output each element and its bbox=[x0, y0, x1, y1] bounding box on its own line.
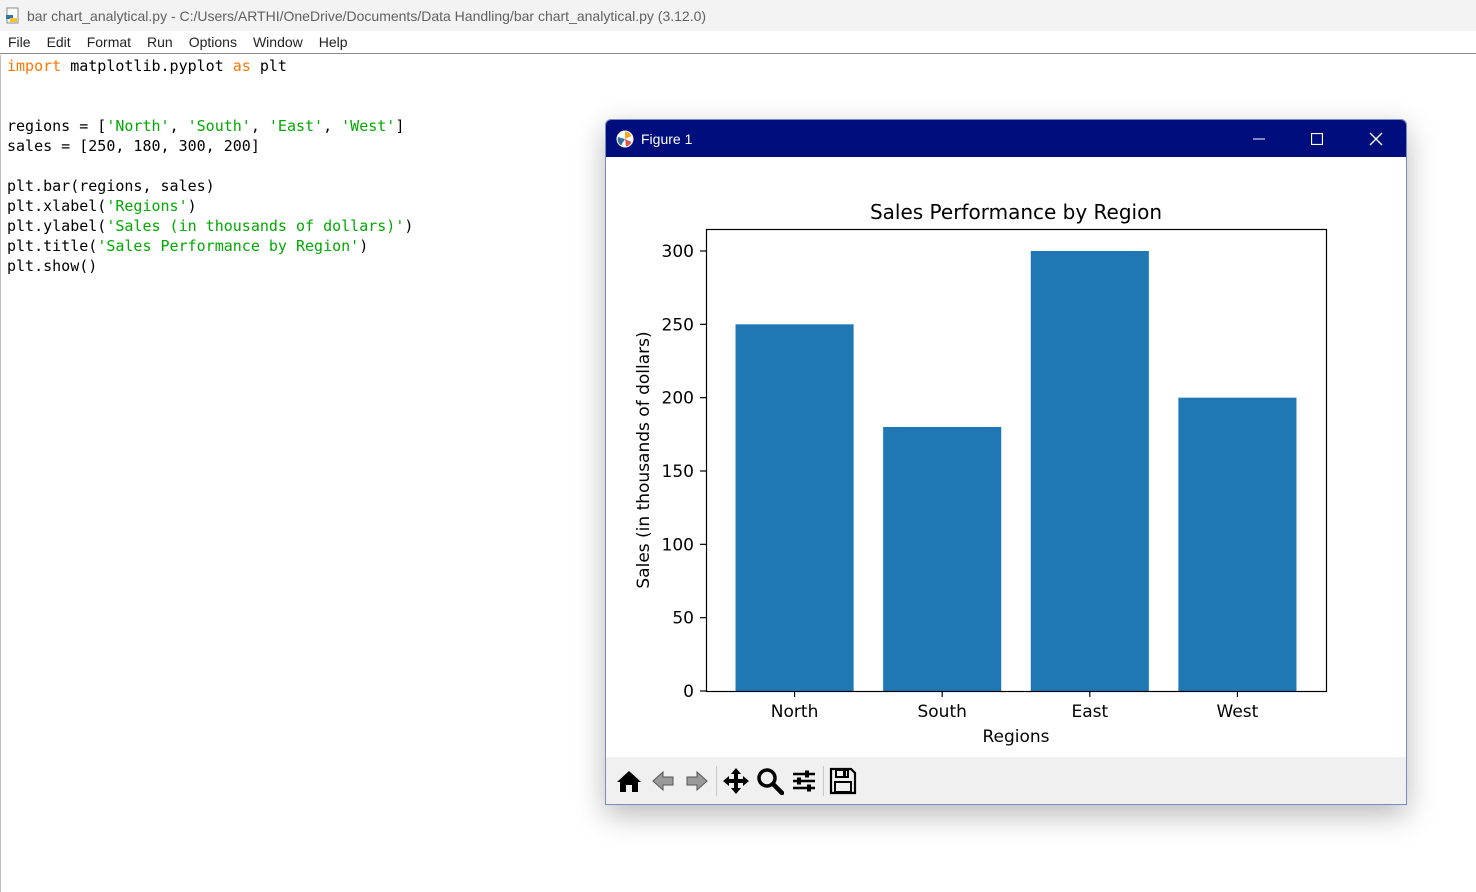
string-token: 'Regions' bbox=[106, 197, 188, 215]
menu-window[interactable]: Window bbox=[245, 32, 311, 52]
code-token: ] bbox=[395, 117, 405, 135]
x-axis-label: Regions bbox=[982, 727, 1049, 747]
window-title: bar chart_analytical.py - C:/Users/ARTHI… bbox=[27, 7, 707, 24]
code-token: ) bbox=[187, 197, 197, 215]
code-token: , bbox=[250, 117, 269, 135]
back-button[interactable] bbox=[646, 764, 680, 798]
save-button[interactable] bbox=[826, 764, 860, 798]
menu-format[interactable]: Format bbox=[79, 32, 139, 52]
string-token: 'Sales Performance by Region' bbox=[97, 237, 360, 255]
zoom-button[interactable] bbox=[753, 764, 787, 798]
string-token: 'Sales (in thousands of dollars)' bbox=[106, 217, 405, 235]
code-line-5: sales = [250, 180, 300, 200] bbox=[7, 137, 260, 155]
code-line-8: plt.xlabel('Regions') bbox=[7, 196, 197, 216]
code-token: , bbox=[169, 117, 188, 135]
code-token: , bbox=[323, 117, 342, 135]
y-tick-label: 100 bbox=[662, 535, 694, 555]
figure-toolbar bbox=[606, 757, 1406, 804]
figure-window: Figure 1 Sales Performance by Region 0 50… bbox=[605, 119, 1407, 805]
home-button[interactable] bbox=[612, 764, 646, 798]
pan-button[interactable] bbox=[719, 764, 753, 798]
code-token: ) bbox=[359, 237, 369, 255]
menu-bar: File Edit Format Run Options Window Help bbox=[0, 31, 1476, 54]
code-token: matplotlib.pyplot bbox=[61, 57, 233, 75]
pan-icon bbox=[723, 768, 749, 794]
keyword-token: as bbox=[232, 57, 251, 75]
string-token: 'East' bbox=[268, 117, 324, 135]
maximize-button[interactable] bbox=[1288, 120, 1346, 157]
bar-west bbox=[1178, 397, 1297, 691]
string-token: 'South' bbox=[187, 117, 251, 135]
close-button[interactable] bbox=[1347, 120, 1405, 157]
y-axis-label: Sales (in thousands of dollars) bbox=[634, 331, 654, 588]
code-token: regions = [ bbox=[7, 117, 107, 135]
bar-east bbox=[1030, 251, 1149, 691]
plot-canvas[interactable]: Sales Performance by Region 0 50 100 150 200… bbox=[606, 157, 1406, 757]
y-tick-label: 150 bbox=[662, 462, 694, 482]
maximize-icon bbox=[1311, 132, 1323, 145]
bar-chart: Sales Performance by Region 0 50 100 150 200… bbox=[634, 200, 1328, 747]
zoom-icon bbox=[757, 768, 784, 795]
editor-title-bar: bar chart_analytical.py - C:/Users/ARTHI… bbox=[0, 0, 1476, 31]
string-token: 'North' bbox=[106, 117, 170, 135]
minimize-icon bbox=[1253, 138, 1265, 139]
keyword-token: import bbox=[7, 57, 62, 75]
menu-edit[interactable]: Edit bbox=[39, 32, 79, 52]
code-line-7: plt.bar(regions, sales) bbox=[7, 177, 215, 195]
menu-run[interactable]: Run bbox=[139, 32, 181, 52]
configure-button[interactable] bbox=[787, 764, 821, 798]
bar-north bbox=[735, 324, 854, 691]
toolbar-separator bbox=[823, 766, 824, 796]
y-ticks-group: 0 50 100 150 200 250 300 bbox=[662, 242, 706, 702]
string-token: 'West' bbox=[341, 117, 396, 135]
forward-icon bbox=[686, 770, 708, 792]
code-token: ) bbox=[404, 217, 414, 235]
configure-icon bbox=[793, 770, 815, 792]
code-line-4: regions = ['North', 'South', 'East', 'We… bbox=[7, 116, 404, 136]
bars-group bbox=[735, 251, 1297, 691]
y-tick-label: 0 bbox=[683, 682, 694, 702]
code-line-11: plt.show() bbox=[7, 257, 98, 275]
y-tick-label: 200 bbox=[662, 389, 694, 409]
code-token: plt.ylabel( bbox=[7, 217, 107, 235]
menu-options[interactable]: Options bbox=[181, 32, 245, 52]
menu-file[interactable]: File bbox=[0, 32, 39, 52]
chart-title: Sales Performance by Region bbox=[870, 200, 1162, 224]
save-icon bbox=[829, 767, 857, 795]
x-tick-label: West bbox=[1217, 702, 1259, 722]
x-tick-label: South bbox=[917, 702, 966, 722]
menu-help[interactable]: Help bbox=[311, 32, 356, 52]
y-tick-label: 50 bbox=[672, 609, 694, 629]
y-tick-label: 300 bbox=[662, 242, 694, 262]
figure-title-bar[interactable]: Figure 1 bbox=[606, 120, 1406, 157]
code-line-10: plt.title('Sales Performance by Region') bbox=[7, 236, 368, 256]
forward-button[interactable] bbox=[680, 764, 714, 798]
python-file-icon bbox=[4, 7, 22, 25]
minimize-button[interactable] bbox=[1230, 120, 1288, 157]
figure-title: Figure 1 bbox=[641, 130, 693, 147]
back-icon bbox=[652, 770, 674, 792]
code-token: plt.xlabel( bbox=[7, 197, 107, 215]
code-token: plt.title( bbox=[7, 237, 98, 255]
toolbar-separator bbox=[716, 766, 717, 796]
x-ticks-group: North South East West bbox=[771, 691, 1259, 722]
code-token: plt bbox=[250, 57, 287, 75]
close-icon bbox=[1369, 132, 1383, 145]
matplotlib-logo-icon bbox=[616, 130, 634, 148]
x-tick-label: East bbox=[1071, 702, 1108, 722]
code-line-1: import matplotlib.pyplot as plt bbox=[7, 56, 287, 76]
home-icon bbox=[617, 771, 641, 792]
y-tick-label: 250 bbox=[662, 315, 694, 335]
x-tick-label: North bbox=[771, 702, 819, 722]
code-line-9: plt.ylabel('Sales (in thousands of dolla… bbox=[7, 216, 413, 236]
bar-south bbox=[883, 427, 1002, 691]
